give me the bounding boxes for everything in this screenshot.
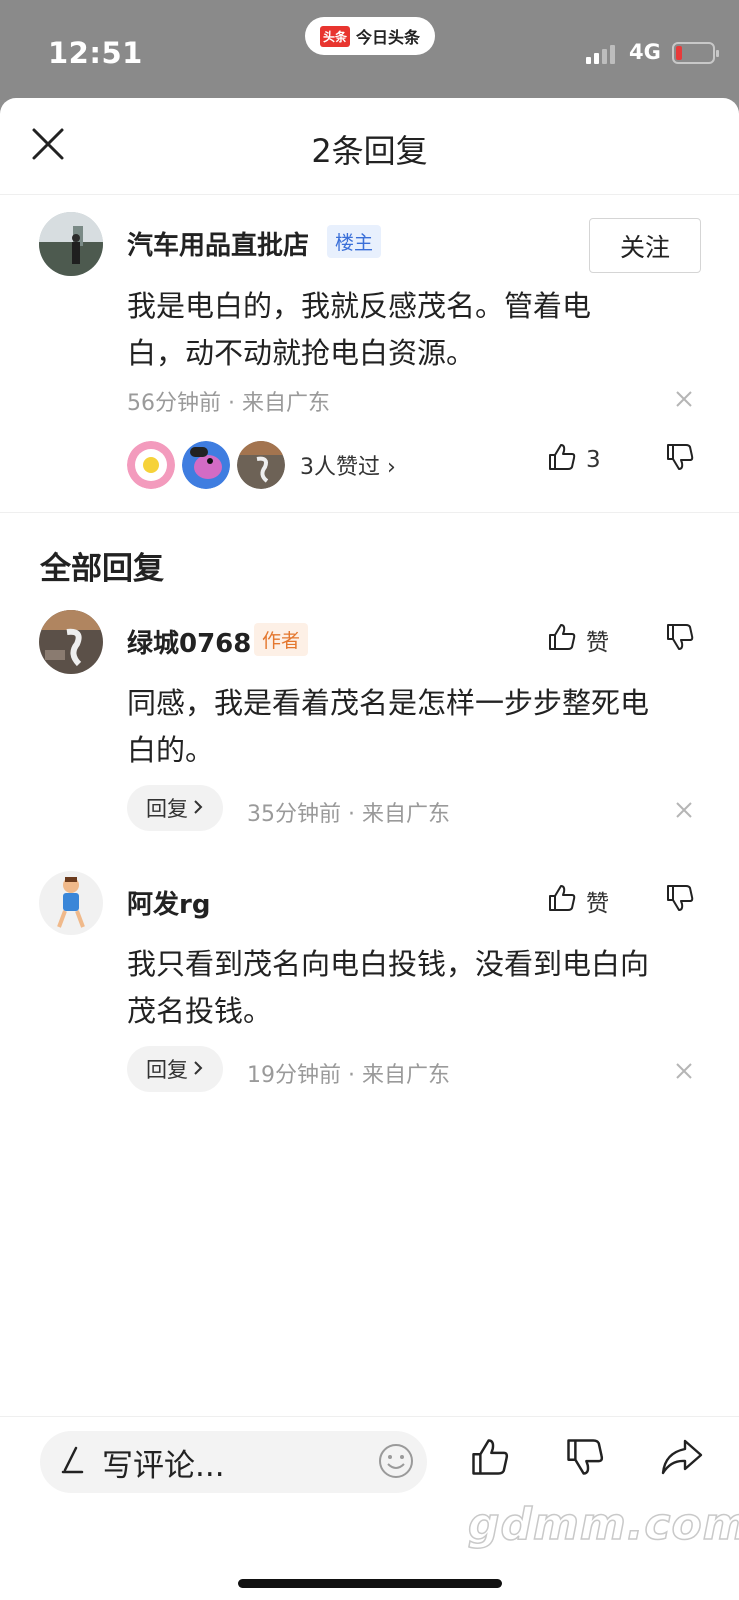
thumbs-up-icon [546, 621, 578, 659]
dismiss-icon[interactable] [674, 800, 694, 820]
thumbs-up-icon [546, 441, 578, 479]
reply-button-label: 回复 [146, 1058, 188, 1082]
liker-avatar [127, 441, 175, 489]
share-icon[interactable] [659, 1435, 705, 1483]
like-label: 赞 [586, 630, 609, 656]
reply-text-line: 同感，我是看着茂名是怎样一步步整死电 [127, 686, 650, 720]
network-type: 4G [629, 40, 661, 64]
avatar[interactable] [39, 212, 103, 276]
sheet-title: 2条回复 [311, 132, 428, 170]
reply-text-line: 我只看到茂名向电白投钱，没看到电白向 [127, 947, 650, 981]
thumbs-up-icon[interactable] [468, 1435, 512, 1483]
likers-row[interactable]: 3人赞过 › [127, 441, 396, 489]
reply-text: 我只看到茂名向电白投钱，没看到电白向 茂名投钱。 [127, 941, 712, 1035]
likers-count-link[interactable]: 3人赞过 › [300, 449, 396, 481]
thumbs-down-icon [664, 882, 696, 920]
author-badge: 作者 [254, 623, 309, 656]
chevron-right-icon [192, 1057, 204, 1081]
status-time: 12:51 [48, 36, 143, 70]
reply-username[interactable]: 阿发rg [127, 884, 210, 921]
like-count: 3 [586, 447, 601, 473]
battery-icon [672, 42, 719, 64]
like-button[interactable]: 赞 [546, 882, 609, 920]
bottom-action-bar: 写评论... gdmm.com [0, 1416, 739, 1600]
thumbs-up-icon [546, 882, 578, 920]
pen-icon [60, 1445, 86, 1479]
status-bar: 12:51 头条 今日头条 4G [0, 0, 739, 100]
chevron-right-icon [192, 796, 204, 820]
comment-meta: 56分钟前 · 来自广东 [127, 391, 330, 416]
comment-placeholder: 写评论... [102, 1447, 225, 1484]
signal-icon [586, 44, 615, 64]
follow-button[interactable]: 关注 [589, 218, 701, 273]
comment-text-line: 我是电白的，我就反感茂名。管着电 [127, 289, 592, 323]
thumbs-down-icon [664, 441, 696, 479]
reply-button[interactable]: 回复 [127, 1046, 223, 1092]
owner-badge: 楼主 [327, 225, 382, 258]
dislike-button[interactable] [664, 441, 696, 479]
dislike-button[interactable] [664, 882, 696, 920]
like-label: 赞 [586, 891, 609, 917]
thumbs-down-icon[interactable] [563, 1435, 607, 1483]
reply-button-label: 回复 [146, 797, 188, 821]
comment-text: 我是电白的，我就反感茂名。管着电 白，动不动就抢电白资源。 [127, 283, 712, 377]
reply-text-line: 茂名投钱。 [127, 994, 273, 1028]
all-replies-title: 全部回复 [40, 551, 164, 587]
toutiao-logo: 头条 [319, 25, 350, 47]
reply-button[interactable]: 回复 [127, 785, 223, 831]
avatar[interactable] [39, 610, 103, 674]
reply-username[interactable]: 绿城0768 [127, 623, 251, 660]
liker-avatar [237, 441, 285, 489]
like-button[interactable]: 3 [546, 441, 601, 479]
replies-sheet: 2条回复 汽车用品直批店 楼主 关注 我是电白的，我就反感茂名。管着电 白，动不… [0, 98, 739, 1600]
watermark: gdmm.com [467, 1498, 739, 1551]
emoji-icon[interactable] [377, 1442, 415, 1484]
thumbs-down-icon [664, 621, 696, 659]
liker-avatar [182, 441, 230, 489]
dismiss-icon[interactable] [674, 1061, 694, 1081]
comment-text-line: 白，动不动就抢电白资源。 [127, 336, 476, 370]
reply-meta: 35分钟前 · 来自广东 [247, 802, 450, 827]
avatar[interactable] [39, 871, 103, 935]
home-indicator[interactable] [238, 1579, 502, 1588]
comment-username[interactable]: 汽车用品直批店 [127, 225, 309, 262]
reply-text-line: 白的。 [127, 733, 215, 767]
source-app-pill[interactable]: 头条 今日头条 [305, 17, 435, 55]
like-button[interactable]: 赞 [546, 621, 609, 659]
comment-input[interactable]: 写评论... [40, 1431, 427, 1493]
dislike-button[interactable] [664, 621, 696, 659]
reply-text: 同感，我是看着茂名是怎样一步步整死电 白的。 [127, 680, 712, 774]
dismiss-icon[interactable] [674, 389, 694, 409]
section-divider [0, 512, 739, 513]
sheet-header: 2条回复 [0, 98, 739, 195]
reply-meta: 19分钟前 · 来自广东 [247, 1063, 450, 1088]
source-app-name: 今日头条 [356, 28, 421, 47]
